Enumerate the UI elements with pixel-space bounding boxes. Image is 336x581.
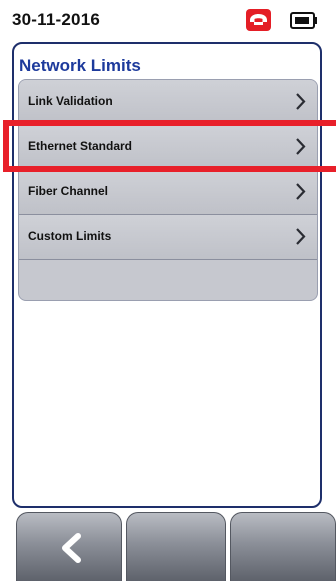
menu-item-label: Custom Limits xyxy=(28,229,112,243)
softkey-bar xyxy=(0,512,336,581)
status-bar: 30-11-2016 xyxy=(0,0,336,36)
back-button[interactable] xyxy=(16,512,122,581)
chevron-right-icon xyxy=(296,183,306,200)
limits-menu: Link Validation Ethernet Standard Fiber … xyxy=(18,79,318,301)
chevron-right-icon xyxy=(296,93,306,110)
softkey-right-button[interactable] xyxy=(230,512,336,581)
battery-icon xyxy=(290,12,318,29)
softkey-middle-button[interactable] xyxy=(126,512,226,581)
network-limits-panel: Network Limits Link Validation Ethernet … xyxy=(12,42,322,508)
back-arrow-icon xyxy=(62,533,81,563)
menu-item-fiber-channel[interactable]: Fiber Channel xyxy=(19,170,317,215)
date-display: 30-11-2016 xyxy=(12,10,101,29)
menu-item-label: Fiber Channel xyxy=(28,184,109,198)
menu-item-label: Link Validation xyxy=(28,94,113,108)
phone-hangup-icon xyxy=(246,9,271,31)
menu-item-link-validation[interactable]: Link Validation xyxy=(19,80,317,125)
menu-item-custom-limits[interactable]: Custom Limits xyxy=(19,215,317,260)
page-title: Network Limits xyxy=(19,56,141,75)
chevron-right-icon xyxy=(296,228,306,245)
highlight-box xyxy=(3,120,336,172)
